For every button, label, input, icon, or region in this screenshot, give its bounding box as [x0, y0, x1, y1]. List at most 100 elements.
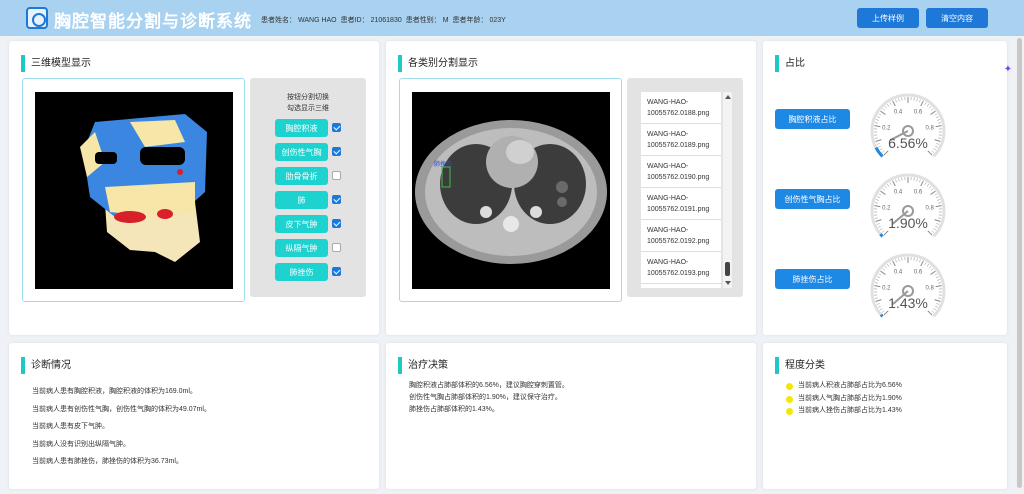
gauge-tick-label: 0.4: [894, 189, 903, 195]
file-name-line2: 10055762.0190.png: [647, 174, 710, 181]
toggle-row: 创伤性气胸: [275, 143, 355, 161]
gauge-tick: [892, 260, 896, 267]
gauge-tick: [937, 279, 941, 281]
toggle-row: 纵隔气肿: [275, 239, 355, 257]
gauge-tick: [924, 102, 927, 105]
patient-age-label: 患者年龄：: [452, 17, 488, 24]
gauge-tick-label: 0.2: [882, 126, 891, 132]
gauge-tick: [935, 125, 942, 128]
app-title: 胸腔智能分割与诊断系统: [54, 12, 252, 31]
gauge-tick: [883, 230, 889, 236]
toggle-lung-checkbox[interactable]: [332, 195, 341, 204]
file-list-item[interactable]: WANG-HAO- 10055762.0190.png: [641, 156, 721, 188]
toggle-hint-line1: 按钮分割切换: [287, 94, 329, 101]
gauge-tick: [930, 270, 936, 275]
sparkle-icon[interactable]: ✦: [1000, 62, 1016, 78]
diagnosis-title: 诊断情况: [21, 357, 71, 374]
file-list-item[interactable]: WANG-HAO- 10055762.0188.png: [641, 92, 721, 124]
diagnosis-text: 当前病人患有胸腔积液，胸腔积液的体积为169.0ml。 当前病人患有创伤性气胸，…: [32, 383, 211, 471]
toggle-lung-contusion-checkbox[interactable]: [332, 267, 341, 276]
gauge-tick: [886, 263, 890, 267]
window-scrollbar[interactable]: [1015, 36, 1024, 494]
gauge-tick: [877, 196, 881, 199]
toggle-rib-fracture-checkbox[interactable]: [332, 171, 341, 180]
upload-sample-button[interactable]: 上传样例: [857, 8, 919, 28]
gauge-tick: [884, 106, 887, 109]
gauge-tick: [880, 190, 886, 195]
toggle-lung-contusion-button[interactable]: 肺挫伤: [275, 263, 328, 281]
file-list-scroll-thumb[interactable]: [725, 262, 730, 276]
treatment-title: 治疗决策: [398, 357, 448, 374]
window-scroll-thumb[interactable]: [1017, 38, 1022, 488]
gauge-dial: 0.2 0.4 0.6 0.8: [870, 93, 946, 158]
gauge-tick: [929, 266, 932, 269]
file-name-line2: 10055762.0188.png: [647, 110, 710, 117]
lung-contusion-ratio-button[interactable]: 肺挫伤占比: [775, 269, 850, 289]
file-list-item[interactable]: WANG-HAO- 10055762.0189.png: [641, 124, 721, 156]
pleural-effusion-ratio-button[interactable]: 胸腔积液占比: [775, 109, 850, 129]
gauge-tick: [881, 150, 885, 153]
diagnosis-line: 当前病人患有创伤性气胸，创伤性气胸的体积为49.07ml。: [32, 405, 211, 413]
toggle-row: 皮下气肿: [275, 215, 355, 233]
gauge-tick-label: 0.2: [882, 206, 891, 212]
gauge-value: 1.90%: [888, 215, 928, 231]
gauge-tick: [884, 266, 887, 269]
gauge-tick: [924, 182, 927, 185]
diagnosis-line: 当前病人没有识别出纵隔气肿。: [32, 440, 130, 448]
file-name-line2: 10055762.0191.png: [647, 206, 710, 213]
patient-name-label: 患者姓名：: [261, 17, 296, 24]
gauge-tick-label: 0.6: [914, 109, 923, 115]
gauge-tick-label: 0.6: [914, 189, 923, 195]
file-list-item[interactable]: WANG-HAO- 10055762.0193.png: [641, 252, 721, 284]
file-name-line1: WANG-HAO-: [647, 131, 689, 138]
grade-line-text: 当前病人气胸占肺部占比为1.90%: [798, 394, 902, 402]
gauge-tick: [930, 190, 936, 195]
gauge-tick-label: 0.4: [894, 269, 903, 275]
treatment-text: 胸腔积液占肺部体积的6.56%，建议胸腔穿刺置管。 创伤性气胸占肺部体积的1.9…: [409, 380, 569, 416]
toggle-row: 胸腔积液: [275, 119, 355, 137]
segment-toggle-box: 按钮分割切换 勾选显示三维 胸腔积液 创伤性气胸 肋骨骨折 肺 皮下气肿 纵隔气…: [250, 78, 366, 297]
gauge-tick: [935, 116, 939, 119]
clear-content-button[interactable]: 清空内容: [926, 8, 988, 28]
file-list-item[interactable]: WANG-HAO- 10055762.0192.png: [641, 220, 721, 252]
treatment-panel: 治疗决策 胸腔积液占肺部体积的6.56%，建议胸腔穿刺置管。 创伤性气胸占肺部体…: [386, 343, 756, 489]
yellow-dot-icon: [786, 395, 793, 403]
segmentation-title: 各类别分割显示: [398, 55, 478, 72]
file-list-box: WANG-HAO- 10055762.0188.png WANG-HAO- 10…: [627, 78, 743, 297]
gauge-tick: [920, 100, 924, 107]
gauge-tick: [875, 122, 879, 124]
ratio-row: 创伤性气胸占比 0.2 0.4 0.6 0.8 1.90%: [775, 171, 995, 251]
toggle-mediastinal-emphysema-checkbox[interactable]: [332, 243, 341, 252]
toggle-lung-button[interactable]: 肺: [275, 191, 328, 209]
toggle-subcutaneous-emphysema-checkbox[interactable]: [332, 219, 341, 228]
patient-sex: M: [442, 17, 449, 24]
diagnosis-line: 当前病人患有肺挫伤，肺挫伤的体积为36.73ml。: [32, 458, 183, 465]
ct-viewer[interactable]: 肺挫伤: [399, 78, 622, 302]
diagnosis-line: 当前病人患有胸腔积液，胸腔积液的体积为169.0ml。: [32, 388, 197, 395]
pneumothorax-ratio-button[interactable]: 创伤性气胸占比: [775, 189, 850, 209]
file-list-scrollbar[interactable]: [723, 92, 732, 288]
scroll-up-arrow-icon[interactable]: [725, 95, 731, 99]
patient-sex-label: 患者性别：: [405, 17, 441, 24]
gauge-tick: [931, 230, 935, 233]
gauge-tick-label: 0.2: [882, 286, 891, 292]
file-list[interactable]: WANG-HAO- 10055762.0188.png WANG-HAO- 10…: [641, 92, 721, 288]
toggle-pleural-effusion-button[interactable]: 胸腔积液: [275, 119, 328, 137]
toggle-pneumothorax-button[interactable]: 创伤性气胸: [275, 143, 328, 161]
toggle-rib-fracture-button[interactable]: 肋骨骨折: [275, 167, 328, 185]
ct-canvas[interactable]: 肺挫伤: [412, 92, 610, 289]
file-list-item[interactable]: WANG-HAO- 10055762.0191.png: [641, 188, 721, 220]
gauge-tick: [875, 119, 879, 121]
toggle-pneumothorax-checkbox[interactable]: [332, 147, 341, 156]
gauge-progress: [879, 233, 884, 238]
model-3d-canvas[interactable]: [35, 92, 233, 289]
gauge-tick: [920, 260, 924, 267]
toggle-mediastinal-emphysema-button[interactable]: 纵隔气肿: [275, 239, 328, 257]
toggle-pleural-effusion-checkbox[interactable]: [332, 123, 341, 132]
lung-contusion-gauge: 0.2 0.4 0.6 0.8 1.43%: [868, 251, 948, 331]
ratio-panel: 占比 胸腔积液占比 0.2 0.4 0.6 0.8 6.56% 创伤性气胸占比 0.2…: [763, 41, 1007, 335]
scroll-down-arrow-icon[interactable]: [725, 281, 731, 285]
toggle-subcutaneous-emphysema-button[interactable]: 皮下气肿: [275, 215, 328, 233]
toggle-row: 肺: [275, 191, 355, 209]
model-3d-viewer[interactable]: [22, 78, 245, 302]
